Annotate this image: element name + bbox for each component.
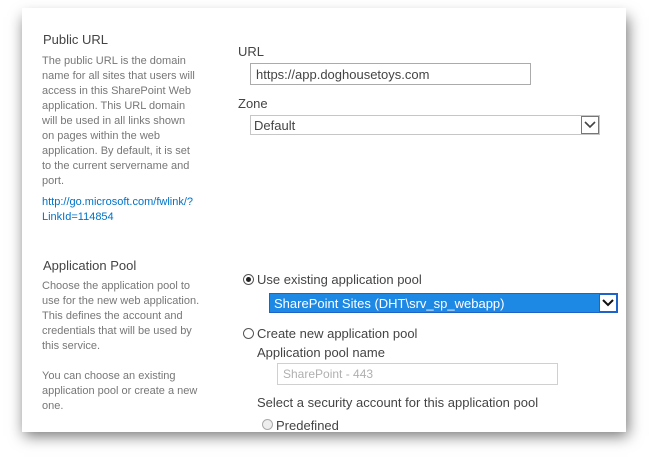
predefined-radio[interactable]: [262, 419, 273, 430]
application-pool-description: Choose the application pool to use for t…: [42, 280, 200, 412]
use-existing-pool-label[interactable]: Use existing application pool: [257, 272, 422, 287]
use-existing-pool-radio[interactable]: [243, 274, 254, 285]
web-application-settings-panel: Public URL The public URL is the domain …: [22, 8, 626, 432]
zone-select-value: Default: [254, 118, 296, 133]
pool-name-input-value: SharePoint - 443: [283, 367, 374, 381]
public-url-section-title: Public URL: [43, 32, 109, 47]
security-account-label: Select a security account for this appli…: [257, 395, 539, 410]
zone-select[interactable]: Default: [250, 115, 600, 135]
url-input-value: https://app.doghousetoys.com: [256, 67, 430, 82]
chevron-down-icon[interactable]: [599, 294, 617, 312]
url-input[interactable]: https://app.doghousetoys.com: [250, 63, 531, 85]
pool-name-input[interactable]: SharePoint - 443: [277, 363, 558, 385]
application-pool-section-title: Application Pool: [43, 258, 137, 273]
url-label: URL: [238, 44, 265, 59]
pool-name-label: Application pool name: [257, 345, 385, 360]
create-new-pool-radio[interactable]: [243, 328, 254, 339]
public-url-description: The public URL is the domain name for al…: [42, 55, 195, 187]
chevron-down-icon[interactable]: [581, 116, 599, 134]
existing-pool-select[interactable]: SharePoint Sites (DHT\srv_sp_webapp): [269, 293, 618, 313]
existing-pool-select-value: SharePoint Sites (DHT\srv_sp_webapp): [274, 296, 505, 311]
create-new-pool-label[interactable]: Create new application pool: [257, 326, 417, 341]
zone-label: Zone: [238, 96, 268, 111]
predefined-label[interactable]: Predefined: [276, 418, 339, 432]
public-url-help-link[interactable]: http://go.microsoft.com/fwlink/? LinkId=…: [42, 195, 227, 225]
